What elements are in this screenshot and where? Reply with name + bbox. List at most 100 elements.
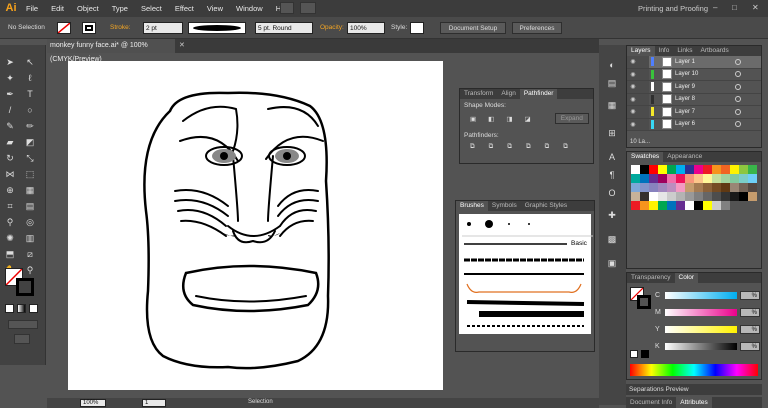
color-stroke-preview[interactable] bbox=[637, 295, 651, 309]
menu-object[interactable]: Object bbox=[77, 4, 99, 13]
yellow-value[interactable]: % bbox=[740, 324, 760, 334]
blob-brush-icon[interactable]: ▰ bbox=[4, 136, 16, 148]
type-tool-icon[interactable]: T bbox=[24, 88, 36, 100]
tab-pathfinder[interactable]: Pathfinder bbox=[519, 89, 558, 99]
visibility-eye-icon[interactable]: ◉ bbox=[627, 68, 639, 80]
variable-width-profile[interactable] bbox=[188, 22, 246, 34]
menu-edit[interactable]: Edit bbox=[51, 4, 64, 13]
swatch-chip[interactable] bbox=[739, 165, 748, 174]
shape-builder-icon[interactable]: ⊕ bbox=[4, 184, 16, 196]
swatch-chip[interactable] bbox=[739, 192, 748, 201]
line-tool-icon[interactable]: / bbox=[4, 104, 16, 116]
swatch-chip[interactable] bbox=[694, 165, 703, 174]
swatch-chip[interactable] bbox=[649, 201, 658, 210]
width-tool-icon[interactable]: ⋈ bbox=[4, 168, 16, 180]
blend-tool-icon[interactable]: ◎ bbox=[24, 216, 36, 228]
paragraph-dock-icon[interactable]: ¶ bbox=[604, 170, 620, 182]
swatch-chip[interactable] bbox=[631, 201, 640, 210]
character-dock-icon[interactable]: A bbox=[604, 152, 620, 164]
swatch-chip[interactable] bbox=[667, 183, 676, 192]
exclude-icon[interactable]: ◪ bbox=[524, 115, 530, 123]
paintbrush-tool-icon[interactable]: ✎ bbox=[4, 120, 16, 132]
perspective-grid-icon[interactable]: ▦ bbox=[24, 184, 36, 196]
layer-row[interactable]: ◉ Layer 6 bbox=[627, 118, 761, 131]
swatch-chip[interactable] bbox=[640, 201, 649, 210]
layer-name[interactable]: Layer 8 bbox=[675, 96, 735, 102]
crop-icon[interactable]: ⧉ bbox=[526, 143, 531, 151]
eraser-tool-icon[interactable]: ◩ bbox=[24, 136, 36, 148]
eyedropper-icon[interactable]: ⚲ bbox=[4, 216, 16, 228]
artboard[interactable] bbox=[68, 61, 443, 390]
lasso-tool-icon[interactable]: ℓ bbox=[24, 72, 36, 84]
none-swatch[interactable] bbox=[630, 350, 638, 358]
none-mode-icon[interactable] bbox=[29, 304, 38, 313]
brush-list[interactable]: Basic bbox=[459, 214, 593, 334]
target-circle-icon[interactable] bbox=[735, 121, 741, 128]
expand-button[interactable]: Expand bbox=[554, 113, 589, 124]
swatch-chip[interactable] bbox=[721, 192, 730, 201]
swatch-chip[interactable] bbox=[640, 165, 649, 174]
swatch-chip[interactable] bbox=[649, 174, 658, 183]
color-dock-icon[interactable]: ◐ bbox=[604, 60, 620, 72]
tab-links[interactable]: Links bbox=[673, 46, 696, 56]
lock-toggle[interactable] bbox=[639, 56, 649, 68]
visibility-eye-icon[interactable]: ◉ bbox=[627, 106, 639, 118]
layer-name[interactable]: Layer 10 bbox=[675, 71, 735, 77]
swatch-chip[interactable] bbox=[667, 192, 676, 201]
opacity-field[interactable]: 100% bbox=[347, 22, 385, 34]
swatch-chip[interactable] bbox=[748, 165, 757, 174]
swatch-chip[interactable] bbox=[748, 192, 757, 201]
swatch-chip[interactable] bbox=[730, 165, 739, 174]
color-mode-icon[interactable] bbox=[5, 304, 14, 313]
swatch-chip[interactable] bbox=[730, 192, 739, 201]
appearance-dock-icon[interactable]: ▣ bbox=[604, 258, 620, 270]
swatch-chip[interactable] bbox=[658, 174, 667, 183]
layer-name[interactable]: Layer 9 bbox=[675, 84, 735, 90]
swatch-chip[interactable] bbox=[721, 165, 730, 174]
divide-icon[interactable]: ⧉ bbox=[470, 143, 475, 151]
fill-swatch[interactable] bbox=[57, 22, 71, 34]
tab-align[interactable]: Align bbox=[497, 89, 519, 99]
target-circle-icon[interactable] bbox=[735, 83, 741, 90]
graphic-styles-dock-icon[interactable]: ▩ bbox=[604, 234, 620, 246]
status-text[interactable]: Selection bbox=[248, 399, 273, 405]
layer-name[interactable]: Layer 7 bbox=[675, 109, 735, 115]
swatch-chip[interactable] bbox=[631, 174, 640, 183]
lock-toggle[interactable] bbox=[639, 68, 649, 80]
separations-preview-tab[interactable]: Separations Preview bbox=[626, 384, 762, 395]
preferences-button[interactable]: Preferences bbox=[512, 22, 562, 34]
document-tab[interactable]: monkey funny face.ai* @ 100% (CMYK/Previ… bbox=[47, 39, 175, 63]
direct-selection-tool-icon[interactable]: ↖ bbox=[24, 56, 36, 68]
screen-mode-icon[interactable] bbox=[14, 334, 30, 344]
tab-attributes[interactable]: Attributes bbox=[676, 397, 712, 408]
zoom-tool-icon[interactable]: ⚲ bbox=[24, 264, 36, 276]
artboard-number-field[interactable]: 1 bbox=[142, 399, 166, 407]
minimize-icon[interactable]: – bbox=[713, 3, 717, 12]
column-graph-icon[interactable]: ▥ bbox=[24, 232, 36, 244]
lock-toggle[interactable] bbox=[639, 93, 649, 105]
target-circle-icon[interactable] bbox=[735, 58, 741, 65]
artboard-tool-icon[interactable]: ⬒ bbox=[4, 248, 16, 260]
swatch-chip[interactable] bbox=[730, 183, 739, 192]
drawing-modes-icon[interactable] bbox=[8, 320, 38, 329]
visibility-eye-icon[interactable]: ◉ bbox=[627, 81, 639, 93]
brush-definition-field[interactable]: 5 pt. Round bbox=[255, 22, 313, 34]
swatch-chip[interactable] bbox=[730, 174, 739, 183]
swatch-chip[interactable] bbox=[631, 183, 640, 192]
swatch-chip[interactable] bbox=[694, 183, 703, 192]
intersect-icon[interactable]: ◨ bbox=[506, 115, 512, 123]
tab-artboards[interactable]: Artboards bbox=[697, 46, 733, 56]
tab-info[interactable]: Info bbox=[655, 46, 674, 56]
symbol-sprayer-icon[interactable]: ✺ bbox=[4, 232, 16, 244]
black-slider[interactable] bbox=[665, 342, 737, 350]
tab-document-info[interactable]: Document Info bbox=[626, 397, 676, 408]
bridge-icon[interactable] bbox=[280, 2, 294, 14]
tab-transform[interactable]: Transform bbox=[460, 89, 497, 99]
outline-icon[interactable]: ⧉ bbox=[545, 143, 550, 151]
swatch-chip[interactable] bbox=[694, 201, 703, 210]
swatch-chip[interactable] bbox=[712, 192, 721, 201]
trim-icon[interactable]: ⧉ bbox=[489, 143, 494, 151]
menu-window[interactable]: Window bbox=[236, 4, 263, 13]
swatch-chip[interactable] bbox=[676, 165, 685, 174]
tab-swatches[interactable]: Swatches bbox=[627, 152, 664, 162]
